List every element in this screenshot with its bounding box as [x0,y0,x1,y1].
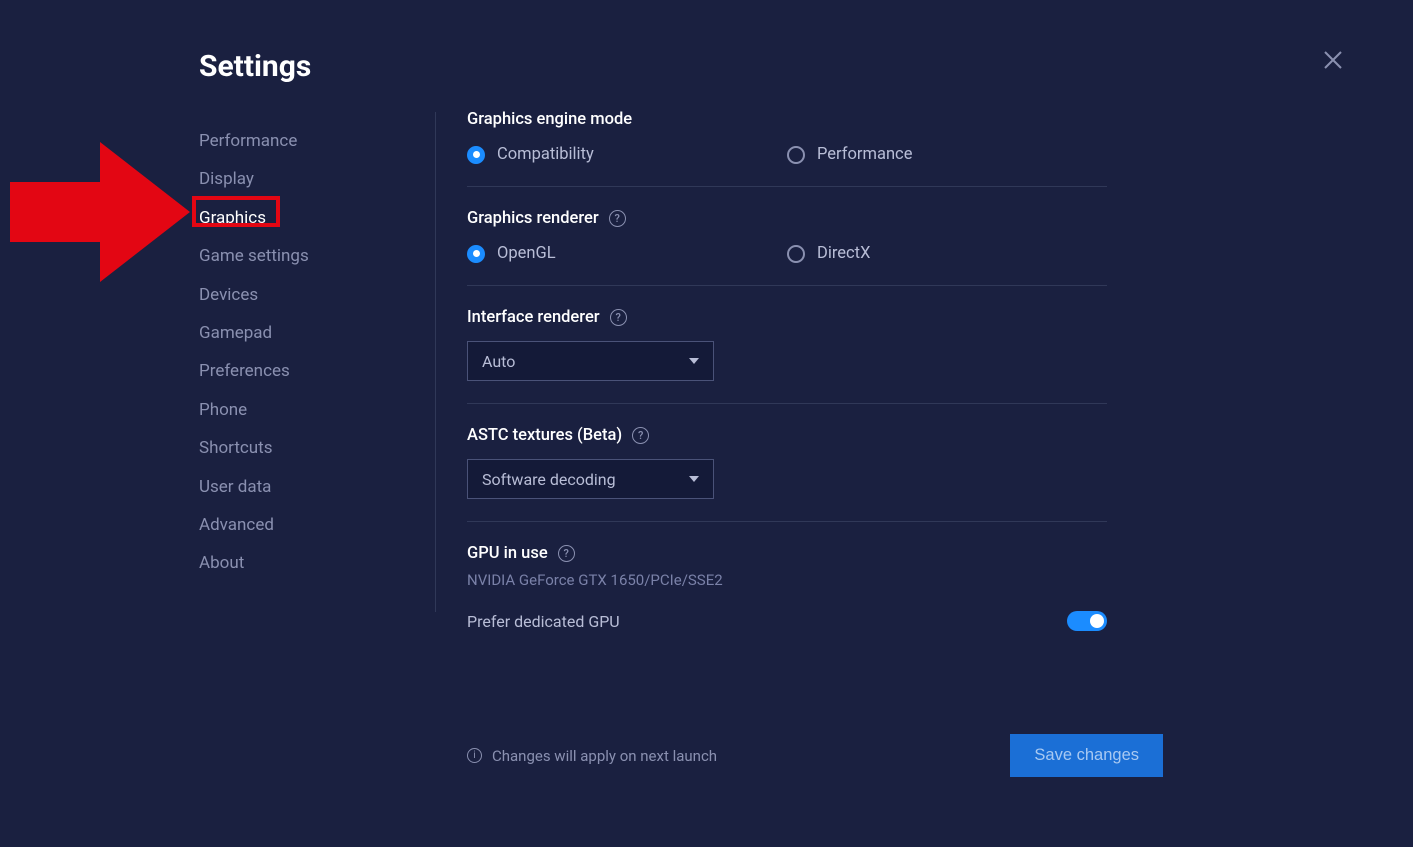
sidebar-item-performance[interactable]: Performance [199,122,379,160]
select-value: Auto [482,352,515,371]
radio-compatibility[interactable]: Compatibility [467,145,787,164]
close-icon [1323,50,1343,70]
gpu-name: NVIDIA GeForce GTX 1650/PCIe/SSE2 [467,571,1107,589]
section-title-engine-mode: Graphics engine mode [467,110,1107,129]
chevron-down-icon [689,476,699,482]
section-title-graphics-renderer: Graphics renderer ? [467,209,1107,228]
radio-performance[interactable]: Performance [787,145,1107,164]
section-engine-mode: Graphics engine mode Compatibility Perfo… [467,110,1107,187]
help-icon[interactable]: ? [609,210,626,227]
help-icon[interactable]: ? [558,545,575,562]
page-title: Settings [199,49,311,84]
section-title-interface-renderer: Interface renderer ? [467,308,1107,327]
radio-directx[interactable]: DirectX [787,244,1107,263]
section-title-label: GPU in use [467,544,548,563]
radio-opengl[interactable]: OpenGL [467,244,787,263]
select-astc[interactable]: Software decoding [467,459,714,499]
radio-label: OpenGL [497,244,556,263]
section-title-astc: ASTC textures (Beta) ? [467,426,1107,445]
radio-icon [467,146,485,164]
save-changes-button[interactable]: Save changes [1010,734,1163,777]
radio-label: DirectX [817,244,870,263]
sidebar-item-preferences[interactable]: Preferences [199,352,379,390]
select-interface-renderer[interactable]: Auto [467,341,714,381]
annotation-arrow-icon [10,132,190,292]
section-gpu: GPU in use ? NVIDIA GeForce GTX 1650/PCI… [467,544,1107,653]
sidebar-item-about[interactable]: About [199,544,379,582]
section-astc: ASTC textures (Beta) ? Software decoding [467,426,1107,522]
radio-label: Performance [817,145,912,164]
radio-icon [467,245,485,263]
info-row: i Changes will apply on next launch [467,747,717,765]
close-button[interactable] [1323,50,1343,70]
info-icon: i [467,748,482,763]
sidebar: Performance Display Graphics Game settin… [199,122,379,583]
sidebar-item-shortcuts[interactable]: Shortcuts [199,429,379,467]
select-value: Software decoding [482,470,616,489]
info-text: Changes will apply on next launch [492,747,717,765]
prefer-gpu-toggle[interactable] [1067,611,1107,631]
section-title-label: Interface renderer [467,308,600,327]
chevron-down-icon [689,358,699,364]
help-icon[interactable]: ? [632,427,649,444]
section-title-label: Graphics renderer [467,209,599,228]
sidebar-item-advanced[interactable]: Advanced [199,506,379,544]
section-graphics-renderer: Graphics renderer ? OpenGL DirectX [467,209,1107,286]
help-icon[interactable]: ? [610,309,627,326]
sidebar-divider [435,112,436,612]
radio-label: Compatibility [497,145,594,164]
section-title-label: ASTC textures (Beta) [467,426,622,445]
sidebar-item-display[interactable]: Display [199,160,379,198]
footer: i Changes will apply on next launch Save… [467,734,1163,777]
section-title-label: Graphics engine mode [467,110,632,129]
radio-icon [787,245,805,263]
sidebar-item-user-data[interactable]: User data [199,468,379,506]
sidebar-item-graphics[interactable]: Graphics [199,199,379,237]
sidebar-item-phone[interactable]: Phone [199,391,379,429]
sidebar-item-game-settings[interactable]: Game settings [199,237,379,275]
sidebar-item-gamepad[interactable]: Gamepad [199,314,379,352]
radio-icon [787,146,805,164]
prefer-gpu-label: Prefer dedicated GPU [467,612,620,631]
sidebar-item-devices[interactable]: Devices [199,276,379,314]
content-panel: Graphics engine mode Compatibility Perfo… [467,110,1107,675]
section-interface-renderer: Interface renderer ? Auto [467,308,1107,404]
section-title-gpu: GPU in use ? [467,544,1107,563]
